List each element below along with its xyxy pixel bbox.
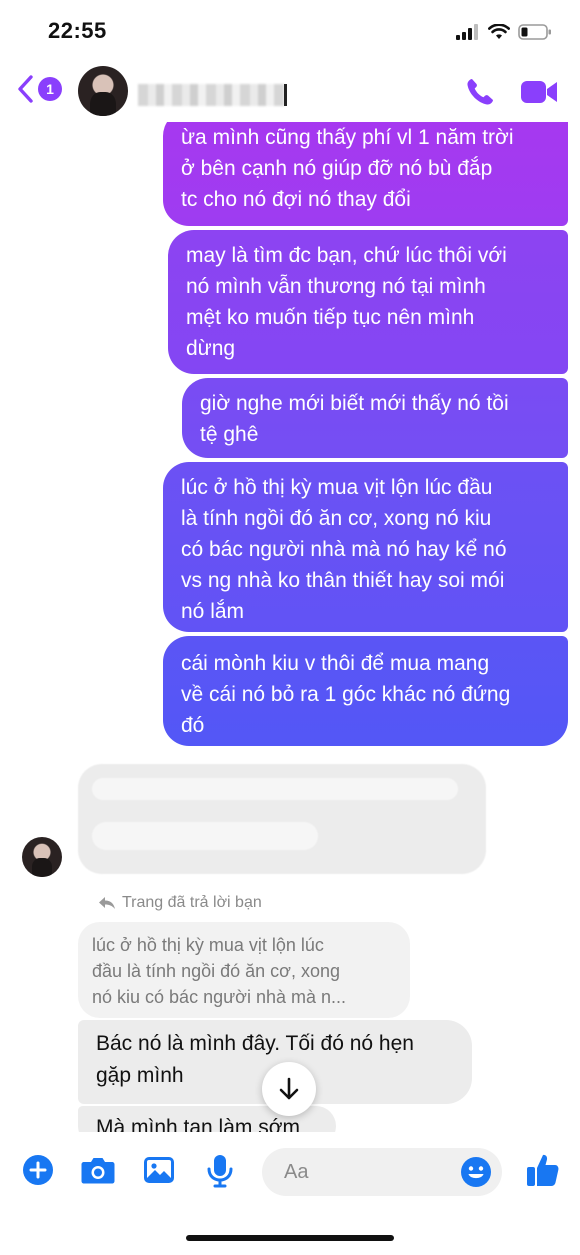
- message-line: ừa mình cũng thấy phí vl 1 năm trời: [181, 126, 514, 149]
- conversation-header: 1: [0, 62, 580, 122]
- phone-icon: [467, 79, 493, 105]
- message-line: là tính ngồi đó ăn cơ, xong nó kiu: [181, 507, 492, 530]
- status-bar: 22:55: [0, 0, 580, 62]
- home-indicator: [186, 1235, 394, 1241]
- video-call-button[interactable]: [520, 78, 558, 111]
- message-line: vs ng nhà ko thân thiết hay soi mói: [181, 569, 505, 592]
- back-button[interactable]: 1: [16, 74, 62, 104]
- gallery-button[interactable]: [142, 1154, 176, 1191]
- thumbs-up-icon: [527, 1154, 559, 1186]
- quoted-line: đầu là tính ngồi đó ăn cơ, xong: [92, 961, 340, 981]
- cellular-signal-icon: [456, 24, 478, 40]
- message-line: dừng: [186, 337, 236, 360]
- message-line: tệ ghê: [200, 423, 259, 446]
- message-line: đó: [181, 714, 205, 737]
- message-line: may là tìm đc bạn, chứ lúc thôi với: [186, 244, 507, 267]
- message-input-container[interactable]: [262, 1148, 502, 1196]
- quoted-line: nó kiu có bác người nhà mà n...: [92, 987, 346, 1007]
- reply-arrow-icon: [99, 897, 115, 909]
- voice-record-button[interactable]: [206, 1154, 234, 1193]
- message-line: có bác người nhà mà nó hay kể nó: [181, 538, 507, 561]
- message-line: mệt ko muốn tiếp tục nên mình: [186, 306, 475, 329]
- emoji-icon: [461, 1157, 491, 1187]
- message-line: lúc ở hồ thị kỳ mua vịt lộn lúc đầu: [181, 476, 493, 499]
- image-icon: [144, 1157, 174, 1183]
- message-composer: [0, 1132, 580, 1212]
- wifi-icon: [488, 24, 510, 39]
- plus-icon: [23, 1155, 53, 1185]
- scroll-to-bottom-button[interactable]: [262, 1062, 316, 1116]
- redacted-incoming-message[interactable]: [78, 764, 486, 874]
- message-line: cái mònh kiu v thôi để mua mang: [181, 652, 490, 675]
- quoted-message[interactable]: lúc ở hồ thị kỳ mua vịt lộn lúc đầu là t…: [78, 922, 410, 1018]
- unread-count-badge: 1: [38, 77, 62, 101]
- camera-icon: [81, 1158, 115, 1184]
- voice-call-button[interactable]: [464, 76, 496, 113]
- message-line: nó mình vẫn thương nó tại mình: [186, 275, 486, 298]
- more-actions-button[interactable]: [22, 1154, 54, 1191]
- outgoing-message[interactable]: may là tìm đc bạn, chứ lúc thôi với nó m…: [168, 230, 568, 374]
- contact-avatar[interactable]: [78, 66, 128, 116]
- message-line: Bác nó là mình đây. Tối đó nó hẹn: [96, 1032, 414, 1055]
- emoji-button[interactable]: [460, 1156, 492, 1193]
- camera-button[interactable]: [80, 1154, 116, 1191]
- outgoing-message[interactable]: giờ nghe mới biết mới thấy nó tồi tệ ghê: [182, 378, 568, 458]
- message-line: tc cho nó đợi nó thay đổi: [181, 188, 411, 211]
- outgoing-message[interactable]: lúc ở hồ thị kỳ mua vịt lộn lúc đầu là t…: [163, 462, 568, 632]
- chevron-left-icon: [18, 75, 33, 103]
- battery-icon: [518, 24, 551, 40]
- message-line: giờ nghe mới biết mới thấy nó tồi: [200, 392, 509, 415]
- message-input[interactable]: [284, 1156, 454, 1188]
- reply-label-text: Trang đã trả lời bạn: [122, 894, 262, 911]
- message-line: nó lắm: [181, 600, 245, 623]
- microphone-icon: [207, 1155, 233, 1188]
- arrow-down-icon: [279, 1077, 299, 1100]
- message-line: về cái nó bỏ ra 1 góc khác nó đứng: [181, 683, 511, 706]
- message-line: ở bên cạnh nó giúp đỡ nó bù đắp: [181, 157, 493, 180]
- quoted-line: lúc ở hồ thị kỳ mua vịt lộn lúc: [92, 935, 324, 955]
- outgoing-message[interactable]: ừa mình cũng thấy phí vl 1 năm trời ở bê…: [163, 122, 568, 226]
- outgoing-message[interactable]: cái mònh kiu v thôi để mua mang về cái n…: [163, 636, 568, 746]
- send-like-button[interactable]: [526, 1152, 560, 1193]
- video-camera-icon: [521, 81, 557, 103]
- message-list[interactable]: ừa mình cũng thấy phí vl 1 năm trời ở bê…: [0, 122, 580, 1132]
- contact-name-redacted[interactable]: [138, 84, 284, 106]
- contact-name-cursor: [284, 84, 287, 106]
- sender-avatar[interactable]: [22, 837, 62, 877]
- status-icons: [456, 22, 552, 42]
- status-time: 22:55: [48, 18, 107, 43]
- reply-indicator: Trang đã trả lời bạn: [98, 894, 262, 912]
